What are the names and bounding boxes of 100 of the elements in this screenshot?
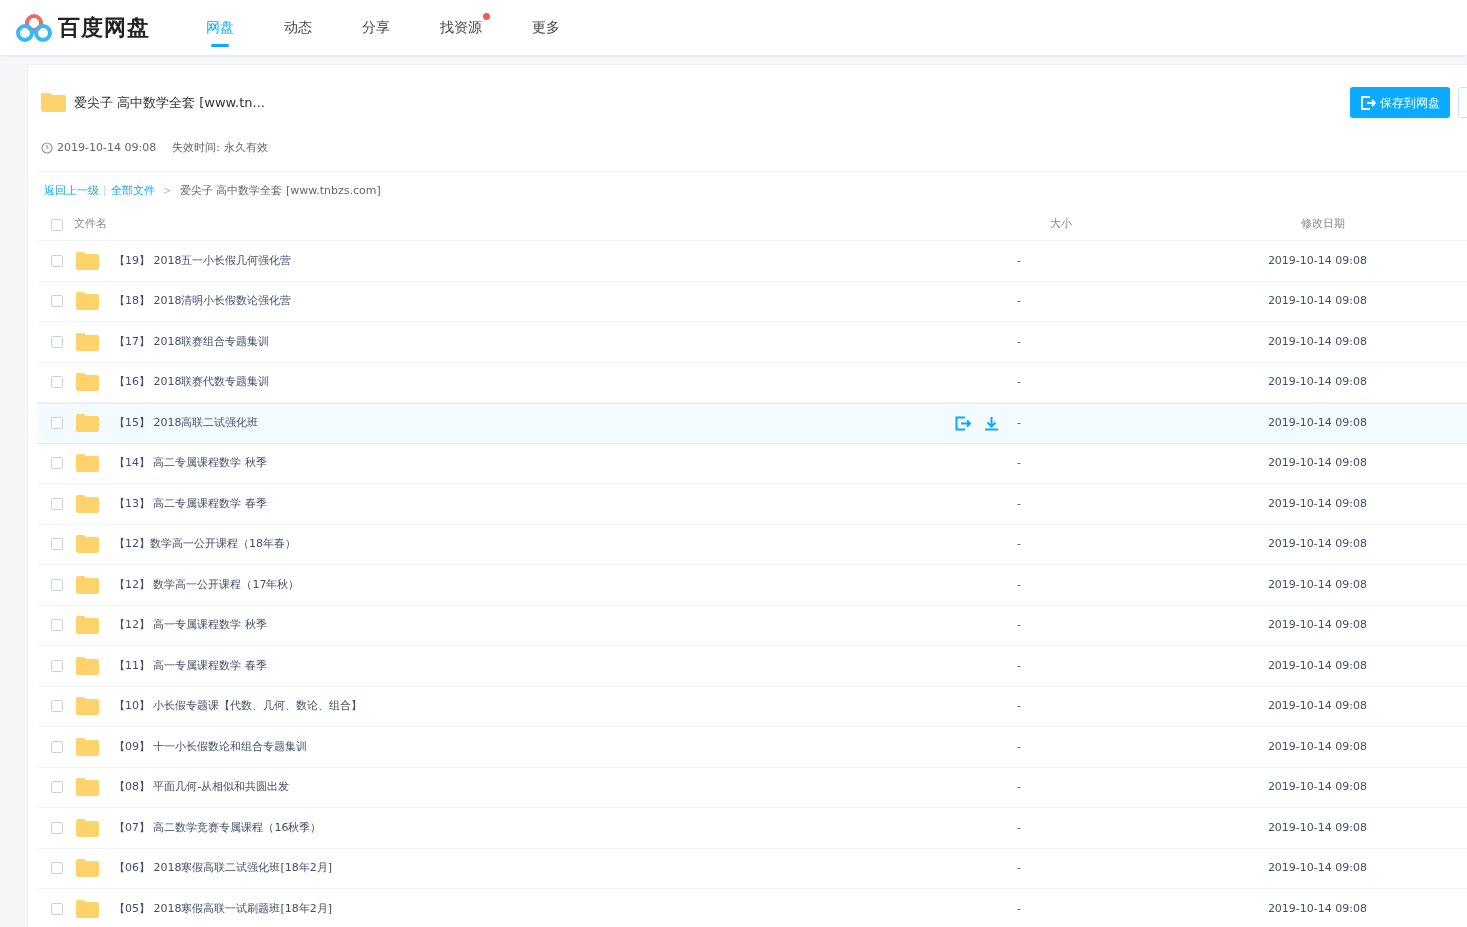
modified-date-cell: 2019-10-14 09:08	[1267, 699, 1367, 712]
folder-name-link[interactable]: 【12】 数学高一公开课程（17年秋）	[114, 577, 300, 591]
size-cell: -	[1017, 861, 1021, 874]
column-header: 大小	[1050, 216, 1072, 233]
file-row[interactable]: 【14】 高二专属课程数学 秋季 - 2019-10-14 09:08	[37, 443, 1467, 484]
folder-name-link[interactable]: 【07】 高二数学竞赛专属课程（16秋季）	[114, 820, 322, 834]
modified-date-cell: 2019-10-14 09:08	[1267, 658, 1367, 672]
modified-date-cell: 2019-10-14 09:08	[1267, 416, 1367, 429]
folder-icon	[76, 494, 99, 513]
folder-icon	[76, 656, 99, 675]
modified-date-cell: 2019-10-14 09:08	[1267, 618, 1367, 631]
folder-name-link[interactable]: 【15】 2018高联二试强化班	[114, 416, 259, 429]
modified-date-cell: 2019-10-14 09:08	[1267, 739, 1367, 753]
size-cell: -	[1017, 739, 1021, 753]
size-cell: -	[1017, 375, 1021, 388]
file-row[interactable]: 【18】 2018清明小长假数论强化营 - 2019-10-14 09:08	[37, 281, 1467, 322]
file-row[interactable]: 【12】 数学高一公开课程（17年秋） - 2019-10-14 09:08	[37, 565, 1467, 606]
row-checkbox[interactable]	[51, 619, 63, 632]
file-row[interactable]: 【10】 小长假专题课【代数、几何、数论、组合】 - 2019-10-14 09:08	[37, 686, 1467, 727]
folder-icon	[76, 373, 99, 392]
row-checkbox[interactable]	[51, 862, 63, 875]
clock-icon	[41, 142, 53, 155]
modified-date-cell: 2019-10-14 09:08	[1267, 780, 1367, 793]
row-checkbox[interactable]	[51, 254, 63, 267]
folder-icon	[76, 535, 99, 554]
row-checkbox[interactable]	[51, 740, 63, 753]
row-checkbox[interactable]	[51, 295, 63, 308]
file-row[interactable]: 【05】 2018寒假高联一试刷题班[18年2月] - 2019-10-14 09:08	[37, 889, 1467, 927]
file-row[interactable]: 【19】 2018五一小长假几何强化营 - 2019-10-14 09:08	[37, 241, 1467, 282]
folder-icon	[76, 859, 99, 878]
row-checkbox[interactable]	[51, 538, 63, 551]
folder-name-link[interactable]: 【16】 2018联赛代数专题集训	[114, 375, 270, 388]
row-checkbox[interactable]	[51, 497, 63, 510]
folder-name-link[interactable]: 【08】 平面几何-从相似和共圆出发	[114, 780, 290, 793]
folder-name-link[interactable]: 【11】 高一专属课程数学 春季	[114, 658, 267, 672]
size-cell: -	[1017, 496, 1021, 510]
size-cell: -	[1017, 416, 1021, 429]
expiry-value: 永久有效	[223, 140, 268, 156]
file-row[interactable]: 【13】 高二专属课程数学 春季 - 2019-10-14 09:08	[37, 484, 1467, 525]
file-row[interactable]: 【07】 高二数学竞赛专属课程（16秋季） - 2019-10-14 09:08	[37, 808, 1467, 849]
size-cell: -	[1017, 334, 1021, 348]
size-cell: -	[1017, 780, 1021, 793]
breadcrumb-divider: |	[103, 182, 107, 199]
row-checkbox[interactable]	[51, 700, 63, 713]
breadcrumb-current: 爱尖子 高中数学全套 [www.tnbzs.com]	[179, 182, 381, 199]
row-checkbox[interactable]	[51, 335, 63, 348]
file-row[interactable]: 【11】 高一专属课程数学 春季 - 2019-10-14 09:08	[37, 646, 1467, 687]
file-row[interactable]: 【15】 2018高联二试强化班 - 2019-10-14 09:08	[37, 403, 1467, 444]
row-checkbox[interactable]	[51, 457, 63, 470]
modified-date-cell: 2019-10-14 09:08	[1267, 456, 1367, 469]
folder-icon	[76, 332, 99, 351]
folder-icon	[76, 575, 99, 594]
size-cell: -	[1017, 658, 1021, 672]
folder-name-link[interactable]: 【17】 2018联赛组合专题集训	[114, 334, 270, 348]
folder-name-link[interactable]: 【12】数学高一公开课程（18年春）	[114, 537, 296, 550]
folder-icon	[76, 616, 99, 635]
logo-icon	[16, 11, 52, 44]
row-checkbox[interactable]	[51, 417, 63, 430]
folder-icon	[76, 697, 99, 716]
folder-name-link[interactable]: 【09】 十一小长假数论和组合专题集训	[114, 739, 308, 753]
nav-tab[interactable]: 找资源	[440, 0, 482, 55]
folder-icon	[76, 292, 99, 311]
row-checkbox[interactable]	[51, 376, 63, 389]
file-row[interactable]: 【17】 2018联赛组合专题集训 - 2019-10-14 09:08	[37, 322, 1467, 363]
breadcrumb-separator: >	[162, 182, 172, 199]
folder-name-link[interactable]: 【13】 高二专属课程数学 春季	[114, 496, 267, 510]
nav-tab[interactable]: 动态	[284, 0, 312, 55]
row-checkbox[interactable]	[51, 821, 63, 834]
expiry-label: 失效时间:	[172, 140, 220, 156]
file-row[interactable]: 【09】 十一小长假数论和组合专题集训 - 2019-10-14 09:08	[37, 727, 1467, 768]
modified-date-cell: 2019-10-14 09:08	[1267, 253, 1367, 267]
nav-tab[interactable]: 更多	[532, 0, 560, 55]
folder-icon	[76, 454, 99, 473]
folder-name-link[interactable]: 【14】 高二专属课程数学 秋季	[114, 456, 267, 469]
modified-date-cell: 2019-10-14 09:08	[1267, 334, 1367, 348]
folder-icon	[76, 818, 99, 837]
select-all-checkbox[interactable]	[51, 218, 63, 231]
folder-icon	[76, 778, 99, 797]
folder-name-link[interactable]: 【06】 2018寒假高联二试强化班[18年2月]	[114, 861, 333, 874]
size-cell: -	[1017, 618, 1021, 631]
row-checkbox[interactable]	[51, 902, 63, 915]
row-checkbox[interactable]	[51, 781, 63, 794]
row-checkbox[interactable]	[51, 659, 63, 672]
nav-tab[interactable]: 分享	[362, 0, 390, 55]
file-row[interactable]: 【08】 平面几何-从相似和共圆出发 - 2019-10-14 09:08	[37, 767, 1467, 808]
size-cell: -	[1017, 577, 1021, 591]
share-title: 爱尖子 高中数学全套 [www.tn...	[74, 93, 265, 112]
column-header: 修改日期	[1301, 216, 1345, 233]
row-checkbox[interactable]	[51, 578, 63, 591]
download-icon[interactable]	[984, 415, 999, 431]
file-row[interactable]: 【06】 2018寒假高联二试强化班[18年2月] - 2019-10-14 09:08	[37, 848, 1467, 889]
folder-name-link[interactable]: 【12】 高一专属课程数学 秋季	[114, 618, 267, 631]
file-row[interactable]: 【12】 高一专属课程数学 秋季 - 2019-10-14 09:08	[37, 605, 1467, 646]
file-row[interactable]: 【12】数学高一公开课程（18年春） - 2019-10-14 09:08	[37, 524, 1467, 565]
folder-name-link[interactable]: 【10】 小长假专题课【代数、几何、数论、组合】	[114, 699, 363, 712]
folder-name-link[interactable]: 【05】 2018寒假高联一试刷题班[18年2月]	[114, 901, 333, 915]
modified-date-cell: 2019-10-14 09:08	[1267, 861, 1367, 874]
folder-name-link[interactable]: 【19】 2018五一小长假几何强化营	[114, 253, 292, 267]
size-cell: -	[1017, 294, 1021, 307]
folder-name-link[interactable]: 【18】 2018清明小长假数论强化营	[114, 294, 292, 307]
